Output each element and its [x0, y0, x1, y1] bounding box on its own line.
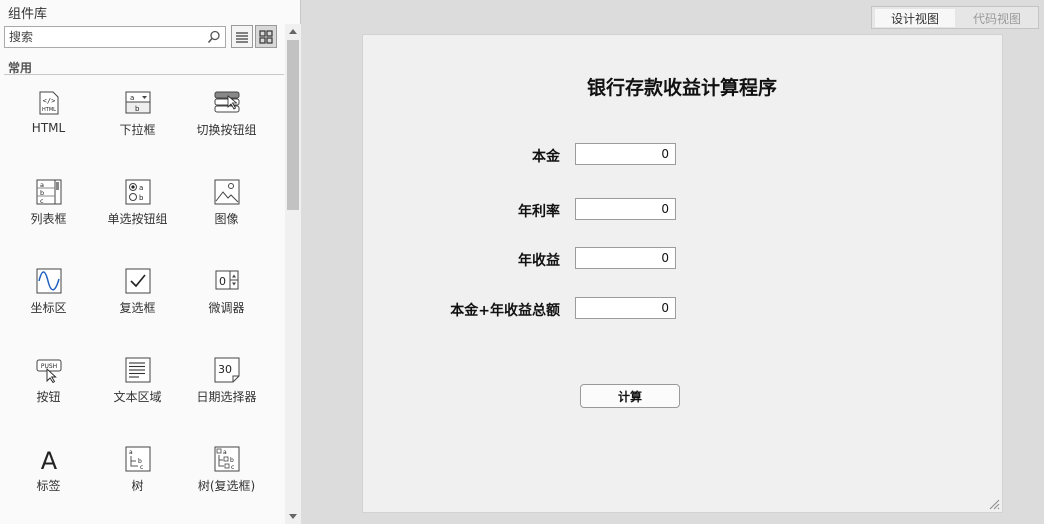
scrollbar-thumb[interactable]	[287, 40, 299, 210]
svg-text:b: b	[139, 194, 144, 202]
svg-text:a: a	[139, 184, 143, 192]
annual-rate-field[interactable]: 0	[575, 198, 676, 220]
list-view-icon	[236, 31, 248, 43]
tab-code-view[interactable]: 代码视图	[958, 9, 1036, 27]
component-date-picker[interactable]: 30 日期选择器	[182, 345, 271, 405]
design-canvas[interactable]: 银行存款收益计算程序 本金 0 年利率 0 年收益 0 本金+年收益总额 0 计…	[362, 34, 1003, 513]
spinner-icon: 0	[214, 268, 240, 294]
scroll-up-arrow-icon[interactable]	[289, 28, 297, 34]
component-label: 日期选择器	[196, 390, 257, 404]
text-area-icon	[125, 357, 151, 383]
component-tree-checkbox[interactable]: abc 树(复选框)	[182, 434, 271, 494]
grid-view-icon	[259, 29, 273, 44]
dropdown-icon: ab	[125, 90, 151, 116]
html-icon: </> HTML	[36, 90, 62, 116]
search-icon[interactable]	[207, 30, 221, 47]
component-grid: </> HTML HTML ab 下拉框 切换按钮组 abc 列表框 ab 单选…	[4, 78, 271, 524]
svg-text:a: a	[223, 449, 227, 456]
calculate-button[interactable]: 计算	[580, 384, 680, 408]
principal-label[interactable]: 本金	[532, 146, 560, 166]
svg-text:PUSH: PUSH	[40, 363, 56, 370]
svg-text:0: 0	[219, 275, 226, 288]
svg-text:b: b	[230, 457, 234, 464]
image-icon	[214, 179, 240, 205]
component-label: 单选按钮组	[107, 212, 168, 226]
component-label: 列表框	[30, 212, 67, 226]
principal-field[interactable]: 0	[575, 143, 676, 165]
component-label: 标签	[36, 479, 61, 493]
tree-icon: abc	[125, 446, 151, 472]
component-library-title: 组件库	[8, 7, 48, 22]
search-box[interactable]	[4, 26, 226, 48]
search-input[interactable]	[5, 27, 201, 47]
component-label: 按钮	[36, 390, 61, 404]
component-checkbox[interactable]: 复选框	[93, 256, 182, 316]
svg-text:c: c	[40, 197, 44, 205]
svg-text:A: A	[40, 447, 57, 472]
svg-text:c: c	[231, 464, 234, 471]
component-library-panel: 组件库 常用 </>HTML HTML ab 下拉框	[0, 0, 301, 524]
svg-text:a: a	[130, 94, 134, 102]
component-label: 微调器	[208, 301, 245, 315]
radio-button-group-icon: ab	[125, 179, 151, 205]
component-label: 树	[131, 479, 144, 493]
svg-text:b: b	[135, 105, 140, 113]
axes-icon	[36, 268, 62, 294]
component-axes[interactable]: 坐标区	[4, 256, 93, 316]
checkbox-icon	[125, 268, 151, 294]
grid-view-button[interactable]	[255, 25, 277, 48]
component-text-area[interactable]: 文本区域	[93, 345, 182, 405]
listbox-icon: abc	[36, 179, 62, 205]
app-title-label[interactable]: 银行存款收益计算程序	[363, 73, 1001, 100]
component-label: 文本区域	[113, 390, 162, 404]
component-label: 复选框	[119, 301, 156, 315]
resize-grip-icon[interactable]	[988, 498, 1000, 510]
component-radio-button-group[interactable]: ab 单选按钮组	[93, 167, 182, 227]
library-scrollbar[interactable]	[285, 24, 301, 524]
toggle-button-group-icon	[214, 90, 240, 116]
component-toggle-button-group[interactable]: 切换按钮组	[182, 78, 271, 138]
component-tree[interactable]: abc 树	[93, 434, 182, 494]
tab-design-view[interactable]: 设计视图	[875, 9, 955, 27]
component-label: 切换按钮组	[196, 123, 257, 137]
component-label: 下拉框	[119, 123, 156, 137]
component-push-button[interactable]: PUSH 按钮	[4, 345, 93, 405]
tree-checkbox-icon: abc	[214, 446, 240, 472]
component-image[interactable]: 图像	[182, 167, 271, 227]
date-picker-icon: 30	[214, 357, 240, 383]
svg-text:</>: </>	[42, 97, 55, 105]
component-spinner[interactable]: 0 微调器	[182, 256, 271, 316]
svg-text:HTML: HTML	[42, 107, 56, 113]
push-button-icon: PUSH	[36, 357, 62, 383]
view-switcher: 设计视图 代码视图	[871, 6, 1039, 29]
svg-text:a: a	[129, 449, 133, 456]
list-view-button[interactable]	[231, 25, 253, 48]
component-dropdown[interactable]: ab 下拉框	[93, 78, 182, 138]
component-listbox[interactable]: abc 列表框	[4, 167, 93, 227]
svg-text:30: 30	[218, 363, 232, 376]
annual-rate-label[interactable]: 年利率	[518, 201, 560, 221]
scroll-down-arrow-icon[interactable]	[289, 514, 297, 520]
section-divider	[4, 74, 284, 75]
component-label: 坐标区	[30, 301, 67, 315]
annual-income-field[interactable]: 0	[575, 247, 676, 269]
component-label: HTML	[31, 121, 66, 135]
annual-income-label[interactable]: 年收益	[518, 250, 560, 270]
component-label: 图像	[214, 212, 239, 226]
label-icon: A	[36, 446, 62, 472]
total-amount-label[interactable]: 本金+年收益总额	[450, 300, 560, 320]
component-html[interactable]: </> HTML HTML	[4, 78, 93, 138]
svg-text:c: c	[140, 464, 143, 471]
component-label: 树(复选框)	[197, 479, 256, 493]
component-label-widget[interactable]: A 标签	[4, 434, 93, 494]
total-amount-field[interactable]: 0	[575, 297, 676, 319]
